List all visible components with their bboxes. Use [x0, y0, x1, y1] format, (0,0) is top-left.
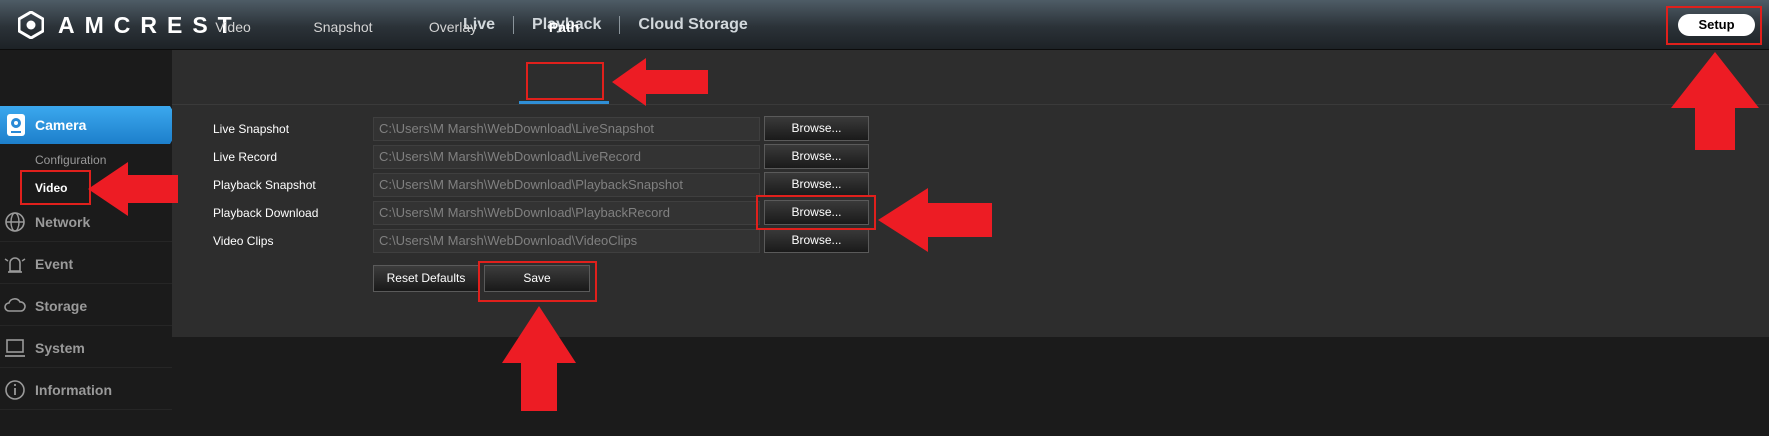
- tab-snapshot[interactable]: Snapshot: [303, 0, 383, 55]
- info-icon: [5, 380, 25, 400]
- setup-highlight-box: [1666, 6, 1762, 45]
- nav-cloud-storage[interactable]: Cloud Storage: [620, 16, 765, 34]
- tab-path[interactable]: Path: [522, 0, 606, 55]
- label-video-clips: Video Clips: [213, 234, 274, 248]
- live-record-path-field[interactable]: C:\Users\M Marsh\WebDownload\LiveRecord: [373, 145, 760, 169]
- camera-icon: [7, 114, 25, 136]
- label-live-snapshot: Live Snapshot: [213, 122, 290, 136]
- live-snapshot-path-field[interactable]: C:\Users\M Marsh\WebDownload\LiveSnapsho…: [373, 117, 760, 141]
- sidebar-item-label: Information: [35, 382, 112, 398]
- arrow-up-icon: [502, 306, 576, 411]
- save-highlight-box: [478, 261, 597, 302]
- sidebar-item-label: Storage: [35, 298, 88, 314]
- active-tab-indicator: [519, 101, 609, 104]
- sidebar-item-event[interactable]: Event: [0, 244, 172, 284]
- sidebar-item-label: System: [35, 340, 85, 356]
- playback-snapshot-browse-button[interactable]: Browse...: [764, 172, 869, 197]
- sidebar-item-label: Network: [35, 214, 91, 230]
- sidebar-item-system[interactable]: System: [0, 328, 172, 368]
- sidebar-item-label: Event: [35, 256, 74, 272]
- cloud-icon: [4, 298, 26, 312]
- arrow-up-icon: [1671, 52, 1759, 150]
- sidebar-item-label: Camera: [35, 117, 87, 133]
- app-window: AMCREST Live Playback Cloud Storage Setu…: [0, 0, 1769, 436]
- globe-icon: [5, 212, 25, 232]
- video-clips-browse-button[interactable]: Browse...: [764, 228, 869, 253]
- playback-download-path-field[interactable]: C:\Users\M Marsh\WebDownload\PlaybackRec…: [373, 201, 760, 225]
- arrow-left-icon: [88, 162, 178, 216]
- live-snapshot-browse-button[interactable]: Browse...: [764, 116, 869, 141]
- sidebar-item-storage[interactable]: Storage: [0, 286, 172, 326]
- video-clips-path-field[interactable]: C:\Users\M Marsh\WebDownload\VideoClips: [373, 229, 760, 253]
- tab-video[interactable]: Video: [193, 0, 273, 55]
- settings-tab-strip: [172, 50, 1769, 105]
- label-playback-download: Playback Download: [213, 206, 319, 220]
- video-highlight-box: [20, 170, 91, 205]
- sidebar-item-information[interactable]: Information: [0, 370, 172, 410]
- sidebar-item-camera[interactable]: Camera: [0, 106, 176, 144]
- browse-highlight-box: [756, 195, 876, 230]
- label-live-record: Live Record: [213, 150, 278, 164]
- live-record-browse-button[interactable]: Browse...: [764, 144, 869, 169]
- playback-snapshot-path-field[interactable]: C:\Users\M Marsh\WebDownload\PlaybackSna…: [373, 173, 760, 197]
- reset-defaults-button[interactable]: Reset Defaults: [373, 265, 479, 292]
- alarm-icon: [4, 257, 26, 273]
- path-tab-highlight-box: [526, 62, 604, 100]
- label-playback-snapshot: Playback Snapshot: [213, 178, 316, 192]
- amcrest-logo-icon: [18, 11, 44, 39]
- arrow-left-icon: [612, 58, 708, 106]
- arrow-left-icon: [878, 188, 992, 252]
- tab-overlay[interactable]: Overlay: [413, 0, 493, 55]
- computer-icon: [5, 339, 25, 357]
